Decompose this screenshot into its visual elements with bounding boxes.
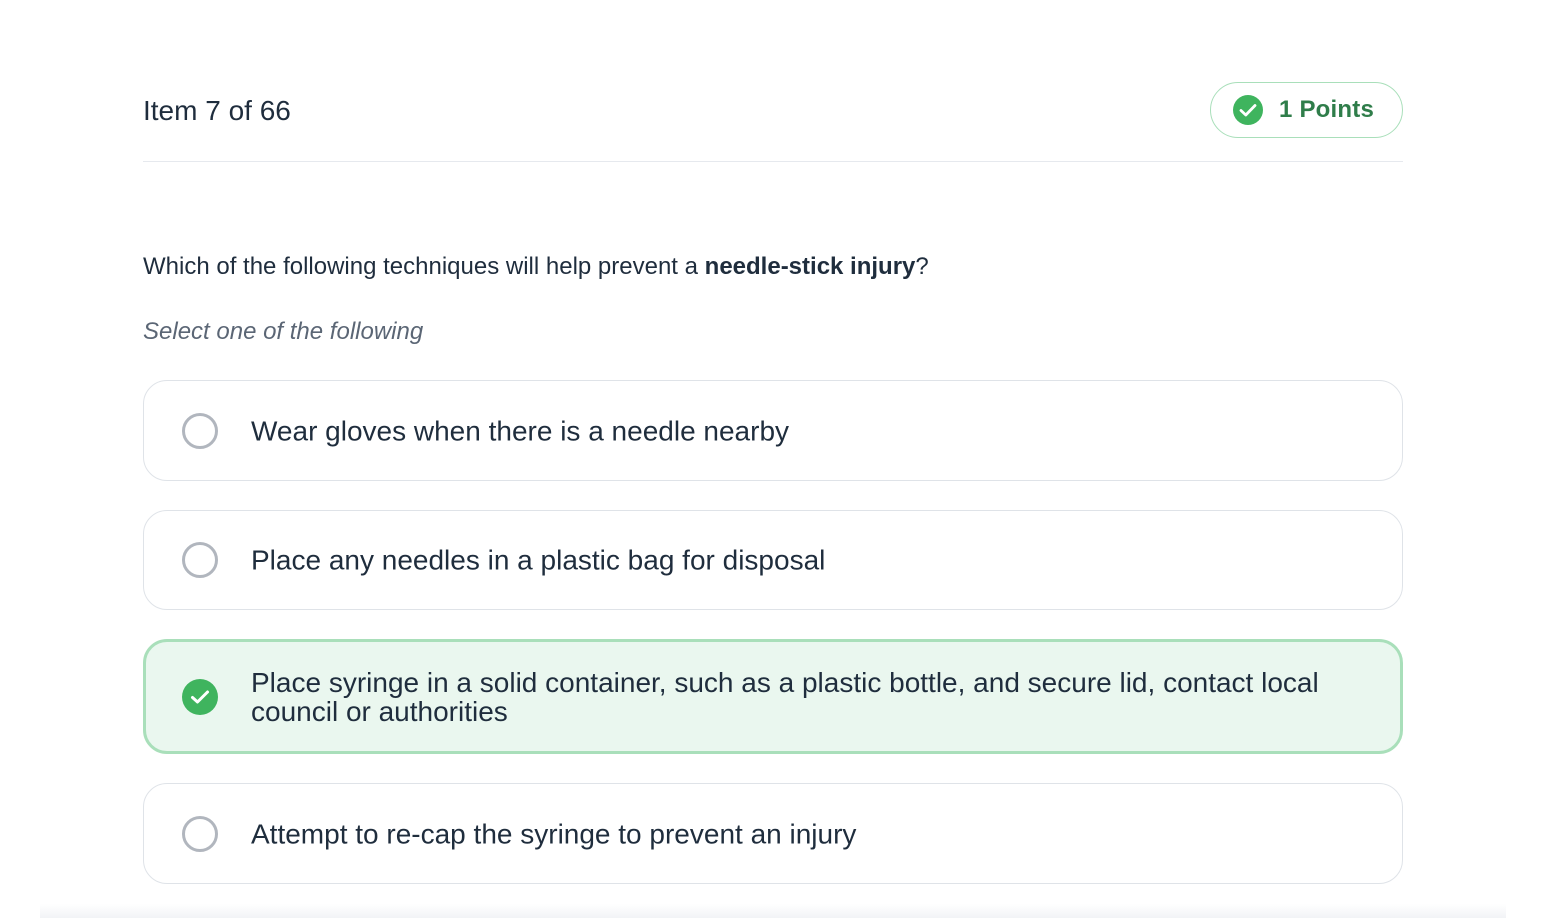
question-emphasis: needle-stick injury: [704, 253, 916, 280]
answer-option-3-correct[interactable]: Place syringe in a solid container, such…: [143, 639, 1403, 754]
points-label: 1 Points: [1279, 96, 1374, 123]
radio-button[interactable]: [182, 542, 218, 578]
check-circle-icon: [1233, 95, 1264, 125]
answer-option-2[interactable]: Place any needles in a plastic bag for d…: [143, 510, 1403, 610]
header-divider: [143, 161, 1403, 162]
bottom-shadow: [40, 904, 1506, 918]
question-prefix: Which of the following techniques will h…: [143, 253, 705, 280]
radio-button[interactable]: [182, 815, 218, 852]
item-counter: Item 7 of 66: [143, 95, 291, 126]
answer-option-label: Place syringe in a solid container, such…: [251, 666, 1319, 727]
answer-option-1[interactable]: Wear gloves when there is a needle nearb…: [143, 380, 1403, 481]
points-badge: 1 Points: [1210, 82, 1403, 138]
answer-option-label: Wear gloves when there is a needle nearb…: [251, 415, 790, 446]
answer-option-label: Attempt to re-cap the syringe to prevent…: [251, 818, 857, 849]
question-text: Which of the following techniques will h…: [143, 252, 929, 282]
answer-option-label: Place any needles in a plastic bag for d…: [251, 544, 826, 576]
quiz-page: Item 7 of 66 1 Points Which of the follo…: [0, 0, 1546, 918]
radio-button[interactable]: [182, 412, 218, 449]
answer-option-4[interactable]: Attempt to re-cap the syringe to prevent…: [143, 783, 1403, 884]
item-header: Item 7 of 66 1 Points: [143, 82, 1403, 140]
check-circle-icon[interactable]: [182, 678, 218, 715]
question-suffix: ?: [915, 253, 929, 280]
question-instruction: Select one of the following: [143, 318, 424, 345]
